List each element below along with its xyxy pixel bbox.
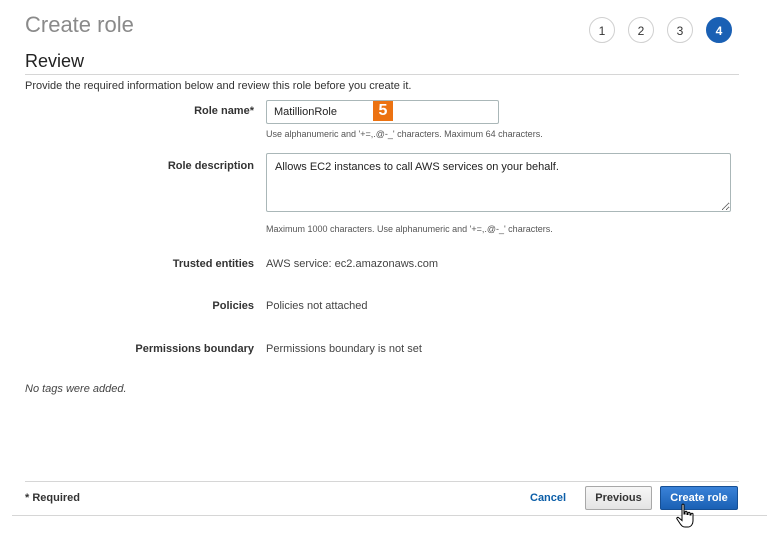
cancel-link[interactable]: Cancel [530,492,566,504]
step-3[interactable]: 3 [667,17,693,43]
hand-pointer-icon [676,503,694,528]
permissions-boundary-label: Permissions boundary [135,343,254,355]
trusted-entities-value: AWS service: ec2.amazonaws.com [266,258,438,270]
step-1[interactable]: 1 [589,17,615,43]
policies-label: Policies [212,300,254,312]
step-4[interactable]: 4 [706,17,732,43]
section-divider [25,74,739,75]
previous-button[interactable]: Previous [585,486,652,510]
role-name-label: Role name* [194,105,254,117]
intro-text: Provide the required information below a… [25,80,412,92]
required-note: * Required [25,492,81,504]
policies-value: Policies not attached [266,300,368,312]
section-title: Review [25,51,85,71]
role-description-textarea[interactable]: Allows EC2 instances to call AWS service… [266,153,731,212]
permissions-boundary-value: Permissions boundary is not set [266,343,422,355]
footer-divider-bottom [12,515,767,516]
no-tags-note: No tags were added. [25,383,127,395]
page-title: Create role [25,12,134,37]
role-description-help: Maximum 1000 characters. Use alphanumeri… [266,224,553,234]
role-description-label: Role description [167,160,254,172]
footer-divider-top [25,481,739,482]
step-2[interactable]: 2 [628,17,654,43]
create-role-button[interactable]: Create role [660,486,738,510]
step-number-badge: 5 [373,101,393,121]
role-name-help: Use alphanumeric and '+=,.@-_' character… [266,129,543,139]
trusted-entities-label: Trusted entities [172,258,254,270]
